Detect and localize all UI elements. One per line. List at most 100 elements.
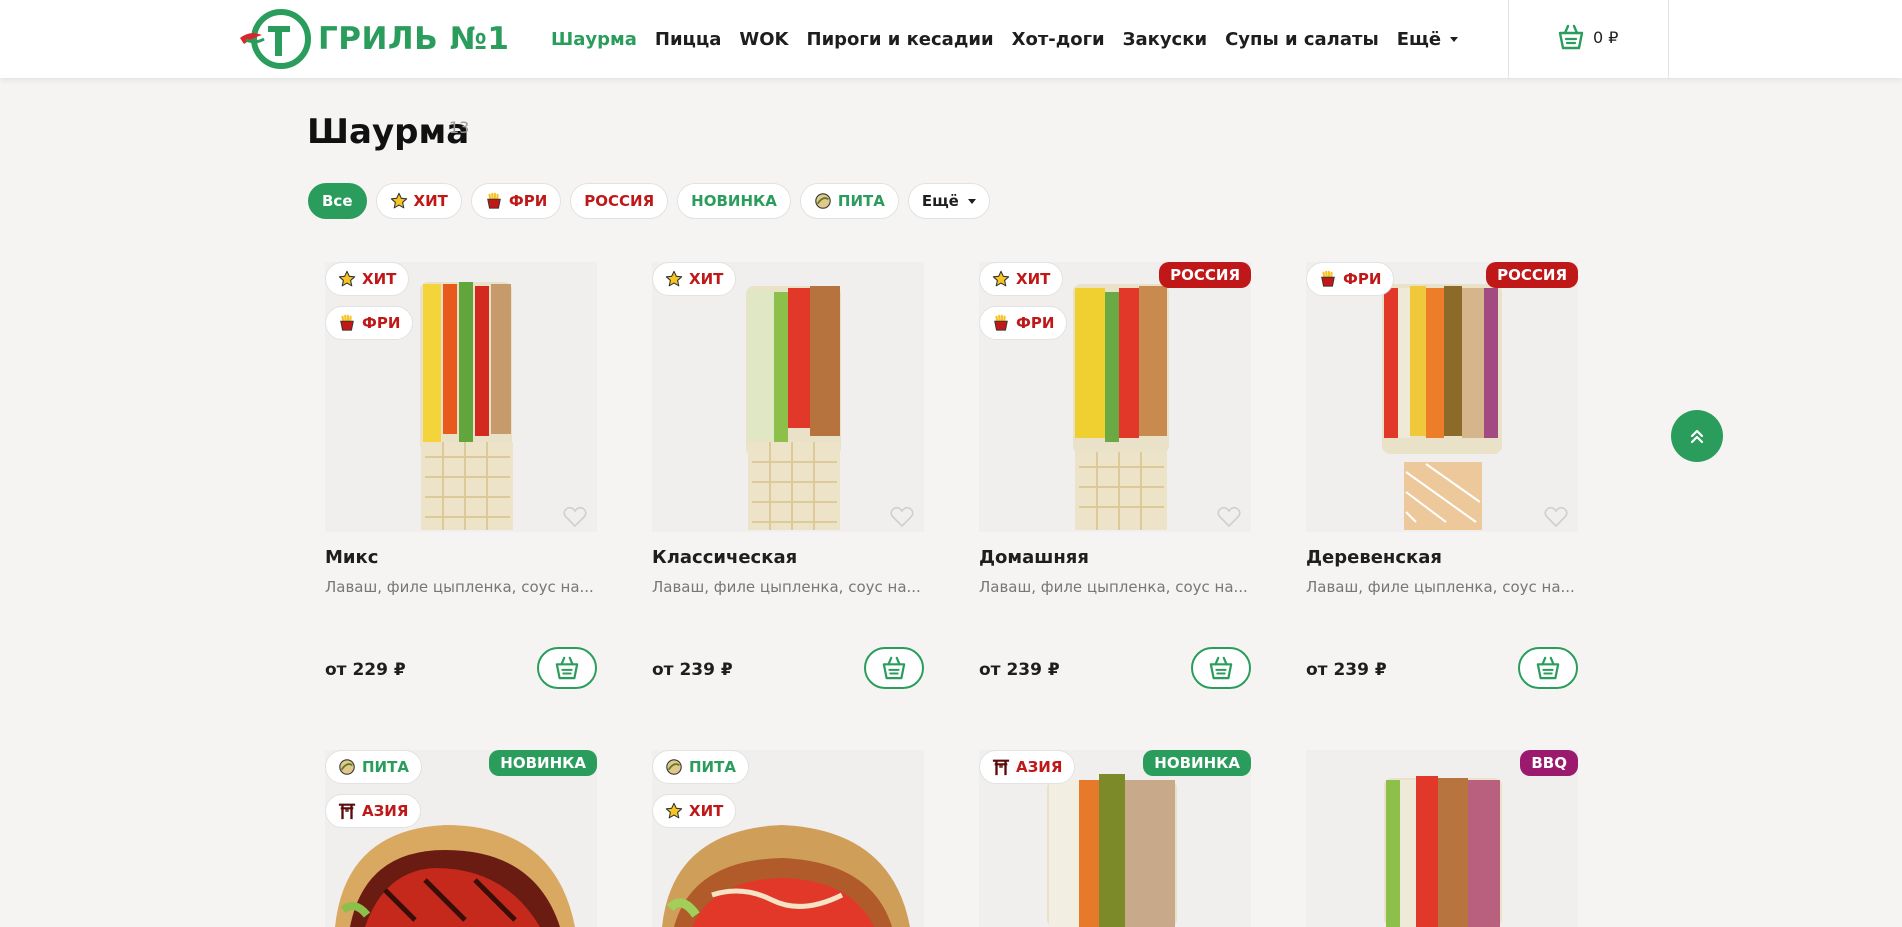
star-icon (338, 270, 356, 288)
filter-pita[interactable]: ПИТА (799, 183, 899, 219)
basket-icon (555, 656, 579, 680)
logo[interactable]: ГРИЛЬ №1 (238, 8, 509, 70)
filter-hit[interactable]: ХИТ (375, 183, 462, 219)
product-name[interactable]: Классическая (652, 547, 797, 568)
product-image[interactable] (1306, 262, 1578, 532)
page-title: Шаурма (307, 112, 470, 152)
star-icon (665, 802, 683, 820)
product-image[interactable] (1306, 750, 1578, 927)
tag-hit: ХИТ (652, 794, 737, 828)
tag-label: ПИТА (362, 758, 409, 776)
tag-label: ХИТ (689, 270, 724, 288)
product-image[interactable] (979, 262, 1251, 532)
product-description: Лаваш, филе цыпленка, соус на... (652, 578, 921, 596)
tag-hit: ХИТ (979, 262, 1064, 296)
filter-label: Ещё (921, 192, 959, 210)
scroll-to-top-button[interactable] (1671, 410, 1723, 462)
filter-label: ФРИ (508, 192, 548, 210)
product-name[interactable]: Деревенская (1306, 547, 1442, 568)
double-chevron-up-icon (1690, 429, 1704, 444)
label-new: НОВИНКА (489, 750, 597, 776)
cart-total: 0 ₽ (1593, 27, 1619, 47)
product-card[interactable]: ПИТА АЗИЯ НОВИНКА (325, 750, 597, 927)
tag-label: ФРИ (1343, 270, 1382, 288)
filter-label: РОССИЯ (584, 192, 655, 210)
favorite-heart-icon[interactable] (1217, 506, 1241, 532)
product-name[interactable]: Домашняя (979, 547, 1089, 568)
nav-item-pies[interactable]: Пироги и кесадии (807, 29, 994, 50)
basket-icon (882, 656, 906, 680)
logo-text: ГРИЛЬ №1 (318, 21, 510, 57)
basket-icon (1536, 656, 1560, 680)
logo-icon (238, 8, 312, 70)
filter-label: ПИТА (837, 192, 885, 210)
nav-item-shawarma[interactable]: Шаурма (551, 29, 637, 50)
label-new: НОВИНКА (1143, 750, 1251, 776)
product-name[interactable]: Микс (325, 547, 378, 568)
pita-icon (338, 758, 356, 776)
page-count: 13 (449, 118, 470, 137)
product-card[interactable]: ХИТ Классическая Лаваш, филе цыпленка, с… (652, 262, 924, 702)
product-card[interactable]: ПИТА ХИТ (652, 750, 924, 927)
tag-pita: ПИТА (652, 750, 749, 784)
product-image[interactable] (652, 262, 924, 532)
filter-new[interactable]: НОВИНКА (677, 183, 791, 219)
tag-hit: ХИТ (325, 262, 410, 296)
basket-icon (1209, 656, 1233, 680)
nav-more-dropdown[interactable]: Ещё (1396, 28, 1459, 50)
filter-more-dropdown[interactable]: Ещё (907, 183, 990, 219)
product-card[interactable]: BBQ (1306, 750, 1578, 927)
torii-gate-icon (992, 758, 1010, 776)
tag-fries: ФРИ (979, 306, 1068, 340)
cart-button[interactable]: 0 ₽ (1557, 24, 1618, 50)
nav-item-hotdogs[interactable]: Хот-доги (1012, 29, 1105, 50)
basket-icon (1558, 24, 1584, 50)
label-russia: РОССИЯ (1486, 262, 1578, 288)
tag-fries: ФРИ (1306, 262, 1395, 296)
nav-item-soups[interactable]: Супы и салаты (1225, 29, 1379, 50)
site-header: ГРИЛЬ №1 Шаурма Пицца WOK Пироги и кесад… (0, 0, 1902, 78)
add-to-cart-button[interactable] (1191, 647, 1251, 689)
product-card[interactable]: ФРИ РОССИЯ Деревенская Лаваш, филе цыпле… (1306, 262, 1578, 702)
tag-pita: ПИТА (325, 750, 422, 784)
filter-russia[interactable]: РОССИЯ (570, 183, 669, 219)
product-price: от 239 ₽ (1306, 660, 1387, 680)
product-description: Лаваш, филе цыпленка, соус на... (1306, 578, 1575, 596)
favorite-heart-icon[interactable] (1544, 506, 1568, 532)
add-to-cart-button[interactable] (537, 647, 597, 689)
add-to-cart-button[interactable] (864, 647, 924, 689)
chevron-down-icon (1450, 36, 1459, 42)
favorite-heart-icon[interactable] (890, 506, 914, 532)
tag-fries: ФРИ (325, 306, 414, 340)
tag-asia: АЗИЯ (325, 794, 422, 828)
tag-label: ПИТА (689, 758, 736, 776)
nav-item-pizza[interactable]: Пицца (655, 29, 722, 50)
add-to-cart-button[interactable] (1518, 647, 1578, 689)
nav-more-label: Ещё (1396, 28, 1442, 50)
filter-label: НОВИНКА (691, 192, 777, 210)
filter-bar: Все ХИТ ФРИ РОССИЯ НОВИНКА ПИТА Ещё (308, 183, 999, 219)
product-price: от 239 ₽ (652, 660, 733, 680)
product-card[interactable]: ХИТ ФРИ Микс Лаваш, филе цыпленка, соус … (325, 262, 597, 702)
chevron-down-icon (967, 198, 976, 204)
star-icon (665, 270, 683, 288)
label-bbq: BBQ (1520, 750, 1578, 776)
nav-item-wok[interactable]: WOK (739, 29, 788, 50)
nav-item-snacks[interactable]: Закуски (1123, 29, 1207, 50)
tag-label: ХИТ (689, 802, 724, 820)
product-card[interactable]: АЗИЯ НОВИНКА (979, 750, 1251, 927)
tag-label: АЗИЯ (1016, 758, 1063, 776)
filter-all[interactable]: Все (308, 183, 367, 219)
filter-label: ХИТ (413, 192, 448, 210)
filter-label: Все (322, 192, 353, 210)
label-russia: РОССИЯ (1159, 262, 1251, 288)
tag-asia: АЗИЯ (979, 750, 1076, 784)
filter-fries[interactable]: ФРИ (470, 183, 562, 219)
pita-icon (814, 192, 832, 210)
product-price: от 229 ₽ (325, 660, 406, 680)
product-image[interactable] (325, 262, 597, 532)
tag-hit: ХИТ (652, 262, 737, 296)
favorite-heart-icon[interactable] (563, 506, 587, 532)
torii-gate-icon (338, 802, 356, 820)
product-card[interactable]: ХИТ ФРИ РОССИЯ Домашняя Лаваш, филе цыпл… (979, 262, 1251, 702)
